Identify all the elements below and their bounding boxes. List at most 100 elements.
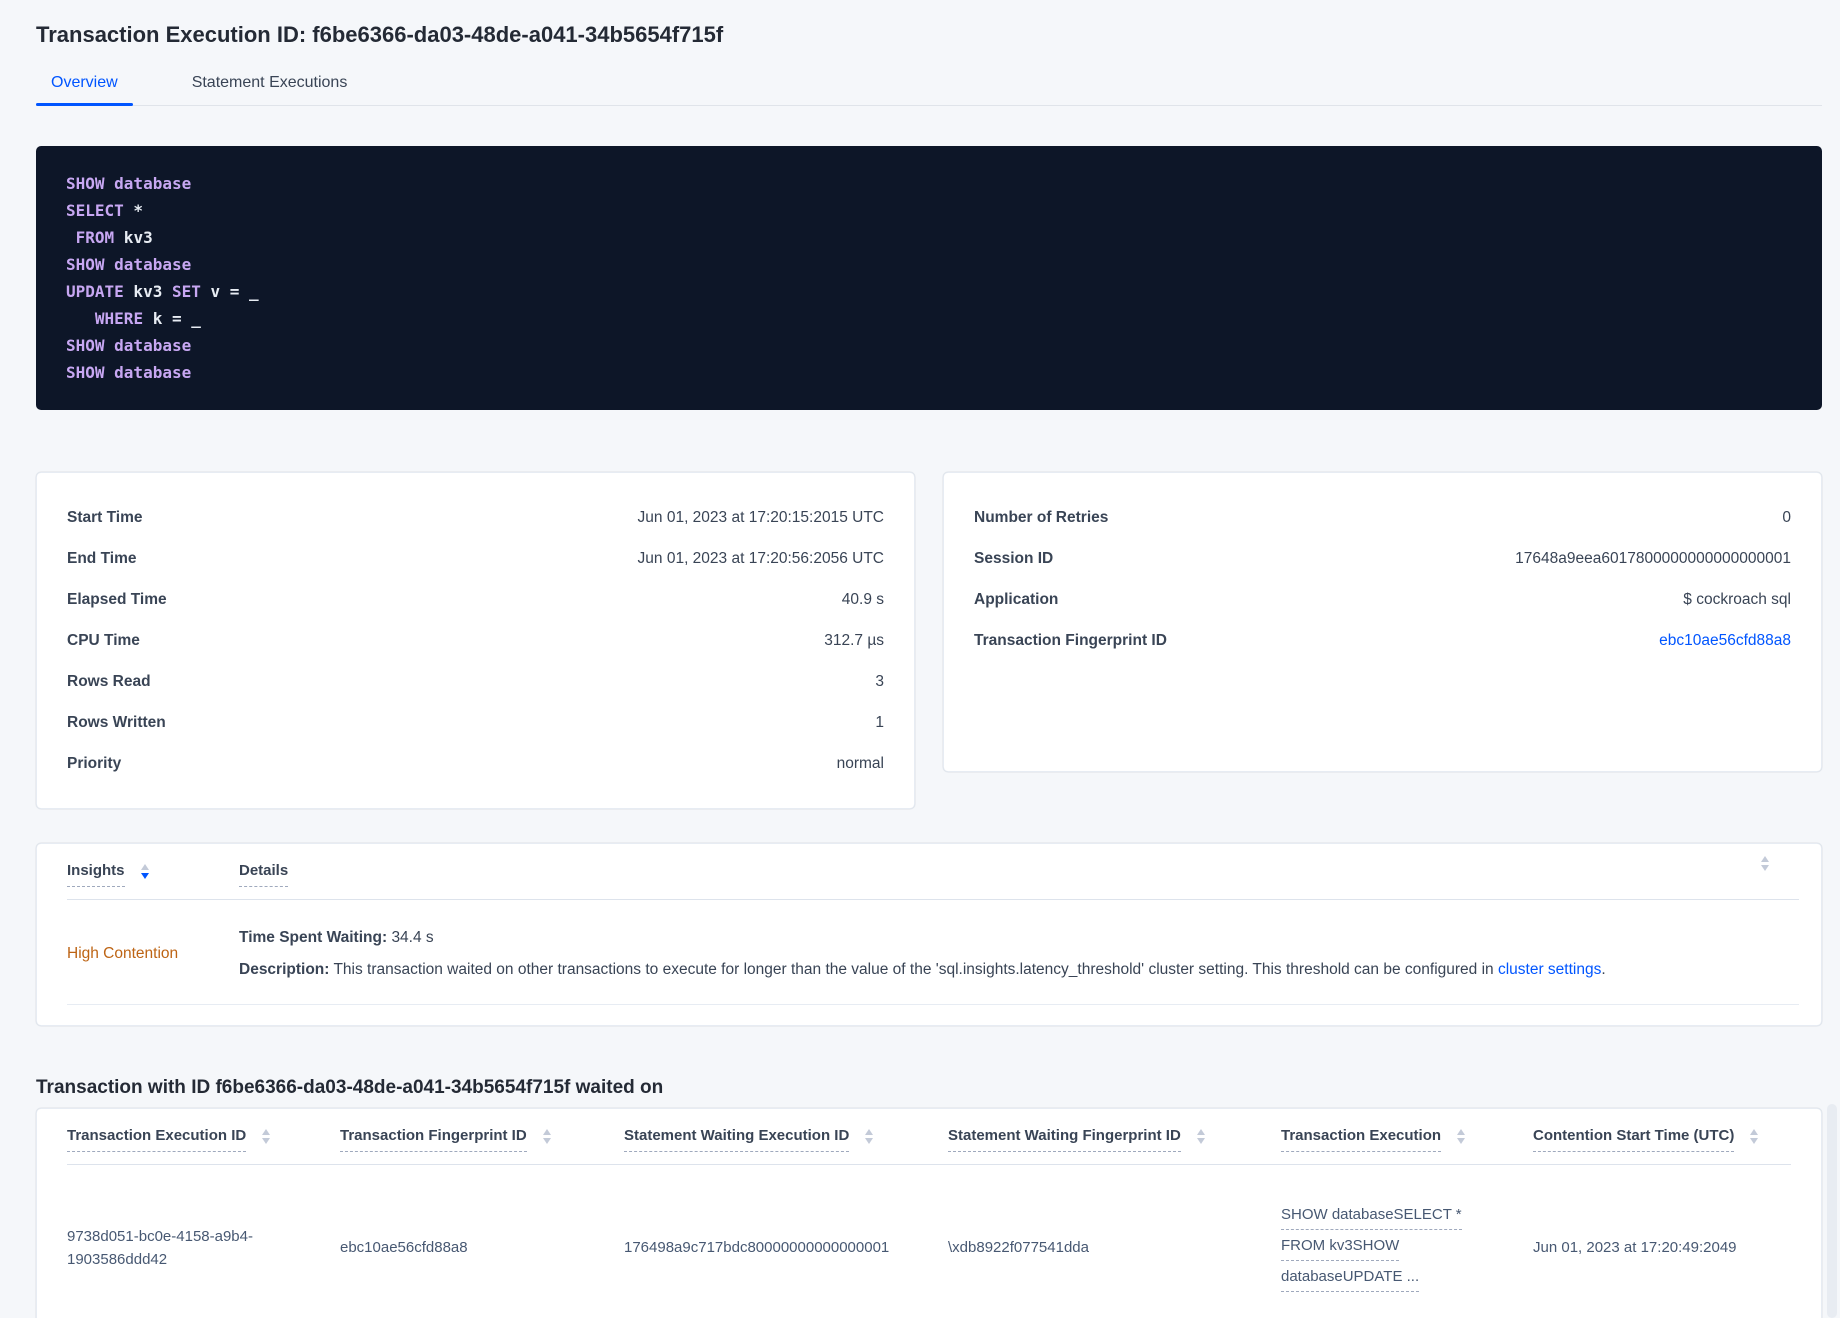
- sql-text: kv3: [114, 228, 153, 247]
- kv-value: 17648a9eea6017800000000000000001: [1515, 549, 1791, 567]
- kv-row: Application $ cockroach sql: [974, 579, 1791, 620]
- tab-bar: Overview Statement Executions: [36, 74, 1822, 106]
- kv-row: Priority normal: [67, 743, 884, 784]
- sql-keyword: SET: [171, 282, 201, 301]
- tab-overview[interactable]: Overview: [36, 74, 133, 106]
- table-row: 9738d051-bc0e-4158-a9b4-1903586ddd42 ebc1…: [67, 1165, 1791, 1318]
- insights-table: Insights Details High Contention Time Sp…: [36, 843, 1822, 1026]
- sql-keyword: SHOW database: [66, 336, 192, 355]
- sort-up-arrow-icon: [1761, 856, 1769, 862]
- kv-value: normal: [836, 754, 884, 772]
- insight-details: Time Spent Waiting: 34.4 s Description: …: [239, 926, 1713, 982]
- transaction-fingerprint-id-cell: ebc10ae56cfd88a8: [340, 1239, 468, 1256]
- transaction-execution-line: FROM kv3SHOW: [1281, 1234, 1400, 1261]
- sort-down-arrow-icon: [1196, 1138, 1205, 1144]
- sql-keyword: SELECT: [66, 201, 124, 220]
- table-scrollbar[interactable]: [1827, 1104, 1837, 1318]
- time-spent-waiting-value: 34.4 s: [391, 929, 434, 946]
- column-label: Transaction Fingerprint ID: [340, 1127, 527, 1152]
- sort-down-arrow-icon: [140, 873, 149, 879]
- kv-label: Session ID: [974, 549, 1054, 567]
- kv-value: 0: [1782, 508, 1791, 526]
- time-spent-waiting: Time Spent Waiting: 34.4 s: [239, 926, 1713, 950]
- kv-row: Session ID 17648a9eea60178000000000000000…: [974, 538, 1791, 579]
- sort-icon: [865, 1129, 874, 1144]
- description-label: Description:: [239, 961, 330, 978]
- sql-keyword: SHOW database: [66, 363, 192, 382]
- kv-row: Number of Retries 0: [974, 497, 1791, 538]
- column-header-details[interactable]: Details: [239, 862, 1713, 887]
- statement-waiting-execution-id-cell: 176498a9c717bdc80000000000000001: [624, 1239, 890, 1256]
- transaction-fingerprint-link[interactable]: ebc10ae56cfd88a8: [1659, 632, 1791, 650]
- sort-icon: [140, 864, 149, 879]
- sql-statement-block: SHOW database SELECT * FROM kv3 SHOW datab…: [36, 146, 1822, 410]
- sort-up-arrow-icon: [1457, 1129, 1466, 1135]
- kv-label: Rows Written: [67, 713, 166, 731]
- cluster-settings-link[interactable]: cluster settings: [1498, 961, 1601, 978]
- sort-down-arrow-icon: [1761, 865, 1769, 871]
- page-title: Transaction Execution ID: f6be6366-da03-…: [36, 22, 724, 47]
- column-header-transaction-execution[interactable]: Transaction Execution: [1281, 1127, 1533, 1152]
- insight-type-label: High Contention: [67, 945, 179, 962]
- sort-up-arrow-icon: [140, 864, 149, 870]
- sql-code-line: SELECT *: [66, 197, 1792, 224]
- details-column-label: Details: [239, 862, 289, 887]
- sql-text: kv3: [123, 282, 172, 301]
- sort-down-arrow-icon: [1457, 1138, 1466, 1144]
- column-header-transaction-execution-id[interactable]: Transaction Execution ID: [67, 1127, 340, 1152]
- sql-keyword: WHERE: [94, 309, 144, 328]
- sql-keyword: UPDATE: [66, 282, 124, 301]
- column-header-contention-start-time-utc[interactable]: Contention Start Time (UTC): [1533, 1127, 1791, 1152]
- kv-row: Elapsed Time 40.9 s: [67, 579, 884, 620]
- description-suffix: .: [1601, 961, 1606, 978]
- kv-row: Start Time Jun 01, 2023 at 17:20:15:2015 …: [67, 497, 884, 538]
- kv-label: Start Time: [67, 508, 143, 526]
- kv-label: Transaction Fingerprint ID: [974, 631, 1167, 649]
- insight-row: High Contention Time Spent Waiting: 34.4…: [67, 900, 1799, 1005]
- transaction-execution-line: SHOW databaseSELECT *: [1281, 1203, 1462, 1230]
- kv-value: Jun 01, 2023 at 17:20:56:2056 UTC: [637, 549, 884, 567]
- kv-row: Rows Written 1: [67, 702, 884, 743]
- sort-up-arrow-icon: [865, 1129, 874, 1135]
- column-header-transaction-fingerprint-id[interactable]: Transaction Fingerprint ID: [340, 1127, 624, 1152]
- sort-icon: [1761, 856, 1769, 871]
- sql-code-line: SHOW database: [66, 332, 1792, 359]
- column-label: Contention Start Time (UTC): [1533, 1127, 1735, 1152]
- contention-start-time-cell: Jun 01, 2023 at 17:20:49:2049: [1533, 1239, 1737, 1256]
- column-label: Statement Waiting Fingerprint ID: [948, 1127, 1181, 1152]
- sort-up-arrow-icon: [1196, 1129, 1205, 1135]
- waited-on-heading: Transaction with ID f6be6366-da03-48de-a…: [36, 1077, 664, 1098]
- tab-statement-executions[interactable]: Statement Executions: [177, 74, 363, 105]
- column-header-extra[interactable]: [1761, 856, 1769, 871]
- transaction-details-page: Transaction Execution ID: f6be6366-da03-…: [0, 0, 1840, 1318]
- kv-label: CPU Time: [67, 631, 140, 649]
- statement-waiting-fingerprint-id-cell: \xdb8922f077541dda: [948, 1239, 1089, 1256]
- column-header-insights[interactable]: Insights: [67, 862, 239, 887]
- kv-label: Number of Retries: [974, 508, 1109, 526]
- sql-code-line: SHOW database: [66, 170, 1792, 197]
- sql-text: v = _: [200, 282, 259, 301]
- kv-value: 1: [875, 713, 884, 731]
- insights-table-header: Insights Details: [67, 856, 1799, 900]
- sql-text: k = _: [143, 309, 201, 328]
- transaction-execution-id-cell: 9738d051-bc0e-4158-a9b4-1903586ddd42: [67, 1227, 253, 1268]
- column-header-statement-waiting-execution-id[interactable]: Statement Waiting Execution ID: [624, 1127, 948, 1152]
- kv-label: Rows Read: [67, 672, 151, 690]
- kv-row: Rows Read 3: [67, 661, 884, 702]
- kv-value: $ cockroach sql: [1683, 590, 1791, 608]
- column-header-statement-waiting-fingerprint-id[interactable]: Statement Waiting Fingerprint ID: [948, 1127, 1281, 1152]
- insight-description: Description: This transaction waited on …: [239, 958, 1713, 982]
- transaction-execution-link[interactable]: SHOW databaseSELECT * FROM kv3SHOW databas…: [1281, 1203, 1533, 1292]
- kv-value: Jun 01, 2023 at 17:20:15:2015 UTC: [637, 508, 884, 526]
- sort-down-arrow-icon: [262, 1138, 271, 1144]
- description-text: This transaction waited on other transac…: [333, 961, 1498, 978]
- sort-icon: [1196, 1129, 1205, 1144]
- kv-row: CPU Time 312.7 µs: [67, 620, 884, 661]
- sql-keyword: SHOW database: [66, 255, 192, 274]
- summary-cards: Start Time Jun 01, 2023 at 17:20:15:2015 …: [36, 472, 1822, 809]
- waited-on-table-header: Transaction Execution ID Transaction Fing…: [67, 1127, 1791, 1165]
- insights-column-label: Insights: [67, 862, 125, 887]
- sql-keyword: SHOW database: [66, 174, 192, 193]
